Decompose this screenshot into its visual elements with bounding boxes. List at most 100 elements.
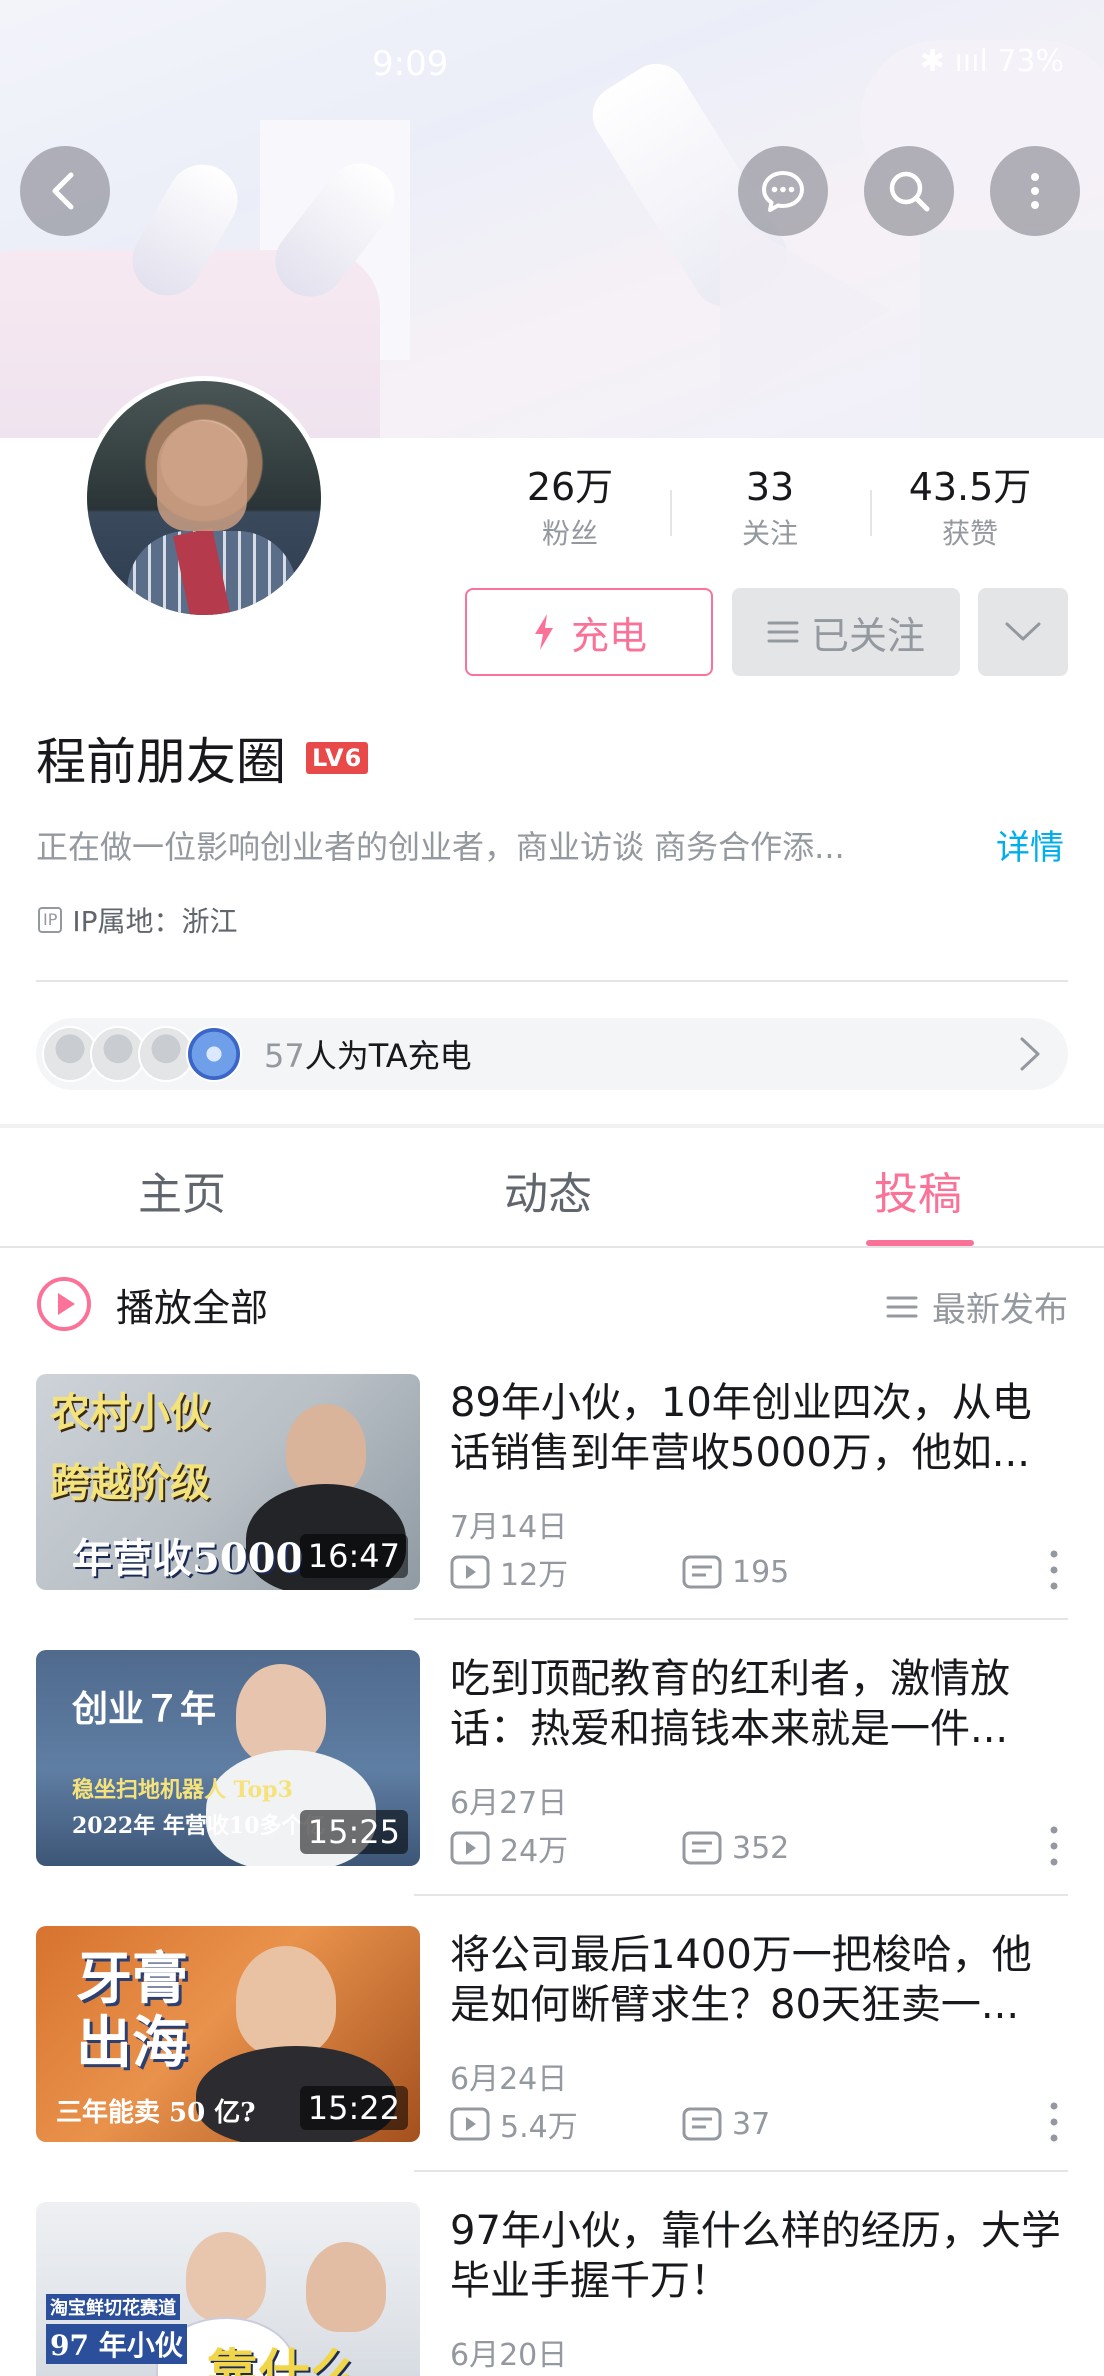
video-item[interactable]: 创业７年 稳坐扫地机器人 Top3 2022年 年营收10多个亿 15:25 吃… xyxy=(36,1650,1068,1869)
video-duration: 15:22 xyxy=(299,2086,408,2130)
play-all-button[interactable]: 播放全部 xyxy=(36,1276,268,1332)
more-vertical-icon xyxy=(1031,173,1039,209)
comment-count-text: 37 xyxy=(732,2106,771,2142)
divider xyxy=(414,1618,1068,1620)
follow-dropdown-button[interactable] xyxy=(978,588,1068,676)
bio-details-link[interactable]: 详情 xyxy=(996,820,1064,869)
comment-count: 37 xyxy=(682,2107,770,2142)
message-icon xyxy=(762,171,804,212)
user-bio: 正在做一位影响创业者的创业者，商业访谈 商务合作添... xyxy=(36,828,845,866)
stat-label: 粉丝 xyxy=(541,517,598,550)
status-indicators: ✱ ıııl 73% xyxy=(919,44,1064,79)
message-button[interactable] xyxy=(738,146,828,236)
tab-dynamics[interactable]: 动态 xyxy=(504,1158,592,1222)
stat-following[interactable]: 33 关注 xyxy=(670,462,870,562)
video-title[interactable]: 吃到顶配教育的红利者，激情放话：热爱和搞钱本来就是一件... xyxy=(450,1654,1062,1754)
more-options-button[interactable] xyxy=(990,146,1080,236)
video-item[interactable]: 淘宝鲜切花赛道 97 年小伙 靠什么 97年小伙，靠什么样的经历，大学毕业手握千… xyxy=(36,2202,1068,2376)
video-item[interactable]: 牙膏 出海 三年能卖 50 亿? 15:22 将公司最后1400万一把梭哈，他是… xyxy=(36,1926,1068,2145)
view-count: 12万 xyxy=(450,1550,682,1594)
more-vertical-icon[interactable] xyxy=(1046,2100,1062,2144)
charge-supporters-bar[interactable]: 57人为TA充电 xyxy=(36,1018,1068,1090)
thumbnail-caption: 靠什么 xyxy=(206,2344,363,2376)
video-thumbnail[interactable]: 牙膏 出海 三年能卖 50 亿? 15:22 xyxy=(36,1926,420,2142)
charge-count: 57 xyxy=(264,1037,305,1075)
play-all-label: 播放全部 xyxy=(116,1285,269,1330)
user-name: 程前朋友圈 xyxy=(36,733,286,791)
stat-label: 关注 xyxy=(741,517,798,550)
thumbnail-caption: 农村小伙 xyxy=(50,1389,210,1436)
play-count-icon xyxy=(450,1555,490,1589)
video-title[interactable]: 97年小伙，靠什么样的经历，大学毕业手握千万！ xyxy=(450,2206,1062,2306)
danmaku-icon xyxy=(682,1831,722,1865)
video-title[interactable]: 89年小伙，10年创业四次，从电话销售到年营收5000万，他如... xyxy=(450,1378,1062,1478)
tab-videos[interactable]: 投稿 xyxy=(874,1158,962,1222)
tab-home[interactable]: 主页 xyxy=(138,1158,226,1222)
view-count: 5.4万 xyxy=(450,2102,682,2146)
view-count-text: 12万 xyxy=(500,1558,569,1593)
profile-banner: 9:09 ✱ ıııl 73% xyxy=(0,0,1104,438)
danmaku-icon xyxy=(682,1555,722,1589)
divider xyxy=(36,980,1068,982)
profile-stats: 26万 粉丝 33 关注 43.5万 获赞 xyxy=(470,462,1070,562)
comment-count: 352 xyxy=(682,1831,789,1866)
thumbnail-caption: 稳坐扫地机器人 Top3 xyxy=(72,1777,293,1803)
video-date: 7月14日 xyxy=(450,1510,568,1545)
play-count-icon xyxy=(450,2107,490,2141)
supporter-avatars xyxy=(42,1026,242,1082)
play-circle-icon xyxy=(37,1277,91,1331)
more-vertical-icon[interactable] xyxy=(1046,1824,1062,1868)
charge-count-text: 57人为TA充电 xyxy=(264,1031,472,1077)
stat-likes[interactable]: 43.5万 获赞 xyxy=(870,462,1070,562)
list-icon xyxy=(767,621,799,643)
stat-value: 43.5万 xyxy=(908,465,1032,509)
view-count-text: 5.4万 xyxy=(500,2110,578,2145)
thumbnail-caption: 出海 xyxy=(76,2010,188,2076)
stat-fans[interactable]: 26万 粉丝 xyxy=(470,462,670,562)
thumbnail-caption: 97 年小伙 xyxy=(46,2324,187,2364)
video-date: 6月27日 xyxy=(450,1786,568,1821)
supporter-avatar xyxy=(186,1026,242,1082)
divider xyxy=(414,1894,1068,1896)
active-tab-indicator xyxy=(866,1240,974,1246)
sort-list-icon xyxy=(886,1296,918,1317)
avatar[interactable] xyxy=(82,376,326,620)
charge-button[interactable]: 充电 xyxy=(465,588,713,676)
video-duration: 16:47 xyxy=(299,1534,408,1578)
back-button[interactable] xyxy=(20,146,110,236)
lightning-icon xyxy=(534,614,553,650)
thumbnail-caption: 三年能卖 50 亿? xyxy=(56,2098,256,2128)
ip-location-text: IP属地：浙江 xyxy=(72,905,238,938)
followed-button-label: 已关注 xyxy=(810,613,925,658)
video-thumbnail[interactable]: 淘宝鲜切花赛道 97 年小伙 靠什么 xyxy=(36,2202,420,2376)
search-button[interactable] xyxy=(864,146,954,236)
video-duration: 15:25 xyxy=(299,1810,408,1854)
video-meta: 12万 195 xyxy=(450,1550,789,1594)
video-date: 6月20日 xyxy=(450,2338,568,2373)
video-meta: 24万 352 xyxy=(450,1826,789,1870)
followed-button[interactable]: 已关注 xyxy=(732,588,960,676)
video-item[interactable]: 农村小伙 跨越阶级 年营收5000 16:47 89年小伙，10年创业四次，从电… xyxy=(36,1374,1068,1593)
video-title[interactable]: 将公司最后1400万一把梭哈，他是如何断臂求生？80天狂卖一... xyxy=(450,1930,1062,2030)
video-thumbnail[interactable]: 创业７年 稳坐扫地机器人 Top3 2022年 年营收10多个亿 15:25 xyxy=(36,1650,420,1866)
ip-icon: IP xyxy=(38,907,63,933)
charge-count-label: 人为TA充电 xyxy=(304,1037,472,1075)
more-vertical-icon[interactable] xyxy=(1046,1548,1062,1592)
level-badge: LV6 xyxy=(306,742,369,774)
thumbnail-caption: 跨越阶级 xyxy=(50,1459,210,1506)
play-count-icon xyxy=(450,1831,490,1865)
profile-name-row: 程前朋友圈 LV6 xyxy=(36,722,369,794)
danmaku-icon xyxy=(682,2107,722,2141)
chevron-right-icon xyxy=(1020,1037,1040,1071)
thumbnail-caption: 年营收5000 xyxy=(72,1535,304,1582)
stat-value: 26万 xyxy=(526,465,614,509)
search-icon xyxy=(889,171,930,212)
comment-count: 195 xyxy=(682,1555,789,1590)
view-count-text: 24万 xyxy=(500,1834,569,1869)
comment-count-text: 195 xyxy=(732,1554,790,1590)
sort-button[interactable]: 最新发布 xyxy=(886,1282,1068,1331)
video-meta: 5.4万 37 xyxy=(450,2102,770,2146)
video-thumbnail[interactable]: 农村小伙 跨越阶级 年营收5000 16:47 xyxy=(36,1374,420,1590)
ip-location: IP IP属地：浙江 xyxy=(38,900,238,940)
video-date: 6月24日 xyxy=(450,2062,568,2097)
